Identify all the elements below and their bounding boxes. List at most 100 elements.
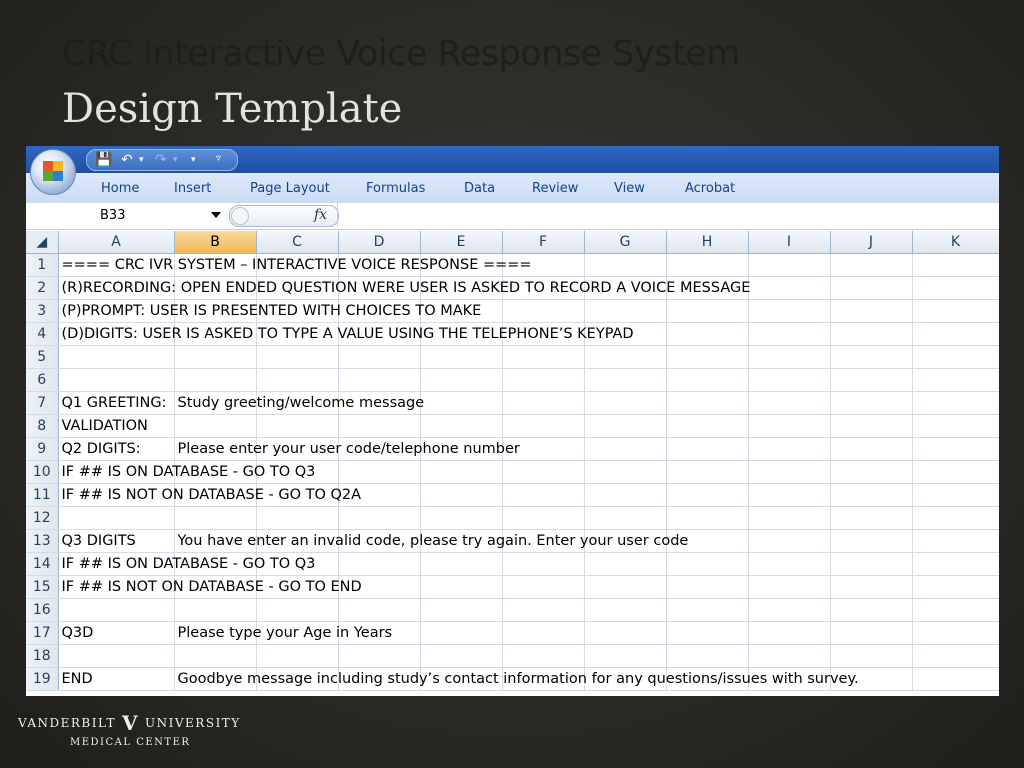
cell-d8[interactable] [338, 414, 421, 438]
tab-insert[interactable]: Insert [174, 181, 211, 196]
cell-k1[interactable] [912, 253, 999, 277]
cell-i11[interactable] [748, 483, 831, 507]
cell-e18[interactable] [420, 644, 503, 668]
cell-k7[interactable] [912, 391, 999, 415]
cell-a18[interactable] [58, 644, 175, 668]
column-header-f[interactable]: F [502, 231, 585, 254]
row-header[interactable]: 15 [26, 575, 59, 599]
cell-g15[interactable] [584, 575, 667, 599]
row-header[interactable]: 17 [26, 621, 59, 645]
cell-e6[interactable] [420, 368, 503, 392]
column-header-c[interactable]: C [256, 231, 339, 254]
column-header-j[interactable]: J [830, 231, 913, 254]
cell-h5[interactable] [666, 345, 749, 369]
cell-i16[interactable] [748, 598, 831, 622]
cell-d12[interactable] [338, 506, 421, 530]
expand-icon[interactable] [231, 207, 249, 225]
row-header[interactable]: 4 [26, 322, 59, 346]
tab-page-layout[interactable]: Page Layout [250, 181, 330, 196]
cell-g16[interactable] [584, 598, 667, 622]
cell-g10[interactable] [584, 460, 667, 484]
cell-i9[interactable] [748, 437, 831, 461]
cell-e14[interactable] [420, 552, 503, 576]
column-header-e[interactable]: E [420, 231, 503, 254]
cell-a17[interactable]: Q3D [58, 621, 175, 645]
cell-h10[interactable] [666, 460, 749, 484]
cell-b13[interactable]: You have enter an invalid code, please t… [174, 529, 688, 553]
cell-k13[interactable] [912, 529, 999, 553]
cell-d5[interactable] [338, 345, 421, 369]
cell-k14[interactable] [912, 552, 999, 576]
row-header[interactable]: 8 [26, 414, 59, 438]
cell-a7[interactable]: Q1 GREETING: [58, 391, 175, 415]
cell-i14[interactable] [748, 552, 831, 576]
cell-a13[interactable]: Q3 DIGITS [58, 529, 175, 553]
cell-d6[interactable] [338, 368, 421, 392]
cell-a4[interactable]: (D)DIGITS: USER IS ASKED TO TYPE A VALUE… [58, 322, 634, 346]
cell-f11[interactable] [502, 483, 585, 507]
cell-f15[interactable] [502, 575, 585, 599]
row-header[interactable]: 7 [26, 391, 59, 415]
column-header-i[interactable]: I [748, 231, 831, 254]
row-header[interactable]: 10 [26, 460, 59, 484]
cell-e7[interactable] [420, 391, 503, 415]
cell-j4[interactable] [830, 322, 913, 346]
cell-f17[interactable] [502, 621, 585, 645]
cell-g8[interactable] [584, 414, 667, 438]
select-all-corner[interactable]: ◢ [26, 231, 59, 254]
cell-e12[interactable] [420, 506, 503, 530]
cell-g11[interactable] [584, 483, 667, 507]
cell-c18[interactable] [256, 644, 339, 668]
cell-f12[interactable] [502, 506, 585, 530]
cell-i18[interactable] [748, 644, 831, 668]
cell-c12[interactable] [256, 506, 339, 530]
undo-icon[interactable]: ↶ [121, 152, 133, 168]
cell-j12[interactable] [830, 506, 913, 530]
cell-c6[interactable] [256, 368, 339, 392]
cell-a2[interactable]: (R)RECORDING: OPEN ENDED QUESTION WERE U… [58, 276, 750, 300]
cell-a3[interactable]: (P)PROMPT: USER IS PRESENTED WITH CHOICE… [58, 299, 481, 323]
row-header[interactable]: 5 [26, 345, 59, 369]
cell-h16[interactable] [666, 598, 749, 622]
tab-acrobat[interactable]: Acrobat [685, 181, 735, 196]
tab-view[interactable]: View [614, 181, 645, 196]
cell-b8[interactable] [174, 414, 257, 438]
row-header[interactable]: 16 [26, 598, 59, 622]
cell-j7[interactable] [830, 391, 913, 415]
cell-a5[interactable] [58, 345, 175, 369]
cell-g3[interactable] [584, 299, 667, 323]
cell-g14[interactable] [584, 552, 667, 576]
cell-i10[interactable] [748, 460, 831, 484]
cell-b9[interactable]: Please enter your user code/telephone nu… [174, 437, 520, 461]
cell-h14[interactable] [666, 552, 749, 576]
cell-g18[interactable] [584, 644, 667, 668]
cell-h4[interactable] [666, 322, 749, 346]
cell-a1[interactable]: ==== CRC IVR SYSTEM – INTERACTIVE VOICE … [58, 253, 532, 277]
cell-b5[interactable] [174, 345, 257, 369]
formula-input[interactable] [337, 203, 998, 227]
row-header[interactable]: 19 [26, 667, 59, 691]
cell-k2[interactable] [912, 276, 999, 300]
cell-e5[interactable] [420, 345, 503, 369]
cell-j17[interactable] [830, 621, 913, 645]
cell-j5[interactable] [830, 345, 913, 369]
cell-d18[interactable] [338, 644, 421, 668]
cell-e11[interactable] [420, 483, 503, 507]
column-header-h[interactable]: H [666, 231, 749, 254]
cell-j11[interactable] [830, 483, 913, 507]
cell-h3[interactable] [666, 299, 749, 323]
row-header[interactable]: 2 [26, 276, 59, 300]
cell-k12[interactable] [912, 506, 999, 530]
cell-g9[interactable] [584, 437, 667, 461]
office-button[interactable] [30, 149, 76, 195]
cell-h9[interactable] [666, 437, 749, 461]
cell-e16[interactable] [420, 598, 503, 622]
cell-k6[interactable] [912, 368, 999, 392]
column-header-k[interactable]: K [912, 231, 999, 254]
cell-f8[interactable] [502, 414, 585, 438]
cell-i5[interactable] [748, 345, 831, 369]
cell-k19[interactable] [912, 667, 999, 691]
cell-j9[interactable] [830, 437, 913, 461]
row-header[interactable]: 14 [26, 552, 59, 576]
cell-a11[interactable]: IF ## IS NOT ON DATABASE - GO TO Q2A [58, 483, 361, 507]
